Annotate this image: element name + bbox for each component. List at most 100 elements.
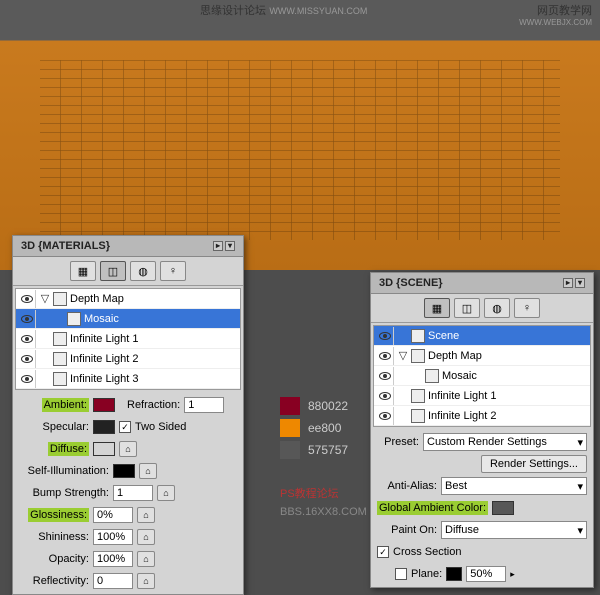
scene-toolbar: ▦ ◫ ◍ ♀	[371, 294, 593, 323]
panel-collapse-icon[interactable]: ▸	[563, 278, 573, 288]
scene-tab[interactable]: 3D {SCENE} ▸▾	[371, 273, 593, 294]
tree-row[interactable]: ▽ Depth Map	[374, 346, 590, 366]
visibility-icon[interactable]	[376, 347, 394, 365]
item-label: Infinite Light 2	[428, 410, 497, 422]
diffuse-texture-icon[interactable]: ⌂	[119, 441, 137, 457]
tree-row[interactable]: Infinite Light 2	[16, 349, 240, 369]
tree-row[interactable]: Mosaic	[374, 366, 590, 386]
footer-text: PS教程论坛 BBS.16XX8.COM	[280, 485, 367, 521]
ambient-label: Ambient:	[42, 398, 89, 412]
aa-label: Anti-Alias:	[377, 480, 437, 492]
visibility-icon[interactable]	[376, 367, 394, 385]
item-icon	[67, 312, 81, 326]
panel-collapse-icon[interactable]: ▸	[213, 241, 223, 251]
filter-light-icon[interactable]: ♀	[160, 261, 186, 281]
opac-input[interactable]	[93, 551, 133, 567]
panel-menu-icon[interactable]: ▾	[575, 278, 585, 288]
specular-label: Specular:	[19, 421, 89, 433]
materials-tree: ▽ Depth Map Mosaic Infinite Light 1 Infinite…	[15, 288, 241, 390]
item-label: Mosaic	[84, 313, 119, 325]
item-label: Depth Map	[428, 350, 482, 362]
specular-swatch[interactable]	[93, 420, 115, 434]
item-label: Infinite Light 2	[70, 353, 139, 365]
filter-material-icon[interactable]: ◍	[130, 261, 156, 281]
preset-label: Preset:	[377, 436, 419, 448]
shin-input[interactable]	[93, 529, 133, 545]
disclosure-icon[interactable]: ▽	[40, 292, 50, 305]
tree-row[interactable]: Infinite Light 3	[16, 369, 240, 389]
preset-select[interactable]: Custom Render Settings▾	[423, 433, 587, 451]
selfillum-texture-icon[interactable]: ⌂	[139, 463, 157, 479]
visibility-icon[interactable]	[18, 330, 36, 348]
filter-light-icon[interactable]: ♀	[514, 298, 540, 318]
bump-input[interactable]	[113, 485, 153, 501]
aa-select[interactable]: Best▾	[441, 477, 587, 495]
materials-panel: 3D {MATERIALS} ▸▾ ▦ ◫ ◍ ♀ ▽ Depth Map Mosa…	[12, 235, 244, 595]
palette-swatch	[280, 397, 300, 415]
item-icon	[53, 292, 67, 306]
shin-label: Shininess:	[19, 531, 89, 543]
disclosure-icon[interactable]: ▽	[398, 349, 408, 362]
shin-texture-icon[interactable]: ⌂	[137, 529, 155, 545]
palette-label: 575757	[308, 443, 348, 457]
color-palette: 880022ee800575757	[280, 395, 348, 461]
cross-checkbox[interactable]: ✓	[377, 546, 389, 558]
refl-texture-icon[interactable]: ⌂	[137, 573, 155, 589]
filter-material-icon[interactable]: ◍	[484, 298, 510, 318]
plane-input[interactable]	[466, 566, 506, 582]
panel-menu-icon[interactable]: ▾	[225, 241, 235, 251]
filter-mesh-icon[interactable]: ◫	[100, 261, 126, 281]
diffuse-label: Diffuse:	[48, 442, 89, 456]
tree-row[interactable]: Infinite Light 2	[374, 406, 590, 426]
visibility-icon[interactable]	[376, 407, 394, 425]
plane-checkbox[interactable]	[395, 568, 407, 580]
visibility-icon[interactable]	[376, 387, 394, 405]
refl-input[interactable]	[93, 573, 133, 589]
item-label: Scene	[428, 330, 459, 342]
materials-tab[interactable]: 3D {MATERIALS} ▸▾	[13, 236, 243, 257]
item-label: Depth Map	[70, 293, 124, 305]
filter-mesh-icon[interactable]: ◫	[454, 298, 480, 318]
paint-label: Paint On:	[377, 524, 437, 536]
gloss-input[interactable]	[93, 507, 133, 523]
palette-swatch	[280, 419, 300, 437]
visibility-icon[interactable]	[18, 290, 36, 308]
refraction-label: Refraction:	[127, 399, 180, 411]
twosided-checkbox[interactable]: ✓	[119, 421, 131, 433]
opac-texture-icon[interactable]: ⌂	[137, 551, 155, 567]
visibility-icon[interactable]	[376, 327, 394, 345]
diffuse-swatch[interactable]	[93, 442, 115, 456]
canvas-3d-preview	[0, 0, 600, 270]
filter-scene-icon[interactable]: ▦	[70, 261, 96, 281]
header-right: 网页教学网WWW.WEBJX.COM	[519, 2, 592, 27]
gac-label: Global Ambient Color:	[377, 501, 488, 515]
palette-swatch	[280, 441, 300, 459]
paint-select[interactable]: Diffuse▾	[441, 521, 587, 539]
tree-row[interactable]: Mosaic	[16, 309, 240, 329]
gac-swatch[interactable]	[492, 501, 514, 515]
refraction-input[interactable]	[184, 397, 224, 413]
plane-label: Plane:	[411, 568, 442, 580]
item-label: Infinite Light 1	[70, 333, 139, 345]
tree-row[interactable]: Infinite Light 1	[16, 329, 240, 349]
tree-row[interactable]: Infinite Light 1	[374, 386, 590, 406]
visibility-icon[interactable]	[18, 370, 36, 388]
filter-scene-icon[interactable]: ▦	[424, 298, 450, 318]
scene-props: Preset: Custom Render Settings▾ Render S…	[371, 429, 593, 587]
tree-row[interactable]: ▽ Depth Map	[16, 289, 240, 309]
visibility-icon[interactable]	[18, 310, 36, 328]
materials-props: Ambient: Refraction: Specular: ✓ Two Sid…	[13, 392, 243, 594]
plane-swatch[interactable]	[446, 567, 462, 581]
materials-toolbar: ▦ ◫ ◍ ♀	[13, 257, 243, 286]
render-settings-button[interactable]: Render Settings...	[481, 455, 587, 473]
gloss-texture-icon[interactable]: ⌂	[137, 507, 155, 523]
tree-row[interactable]: Scene	[374, 326, 590, 346]
bump-texture-icon[interactable]: ⌂	[157, 485, 175, 501]
opac-label: Opacity:	[19, 553, 89, 565]
selfillum-label: Self-Illumination:	[19, 465, 109, 477]
item-icon	[411, 349, 425, 363]
selfillum-swatch[interactable]	[113, 464, 135, 478]
item-icon	[53, 332, 67, 346]
ambient-swatch[interactable]	[93, 398, 115, 412]
visibility-icon[interactable]	[18, 350, 36, 368]
